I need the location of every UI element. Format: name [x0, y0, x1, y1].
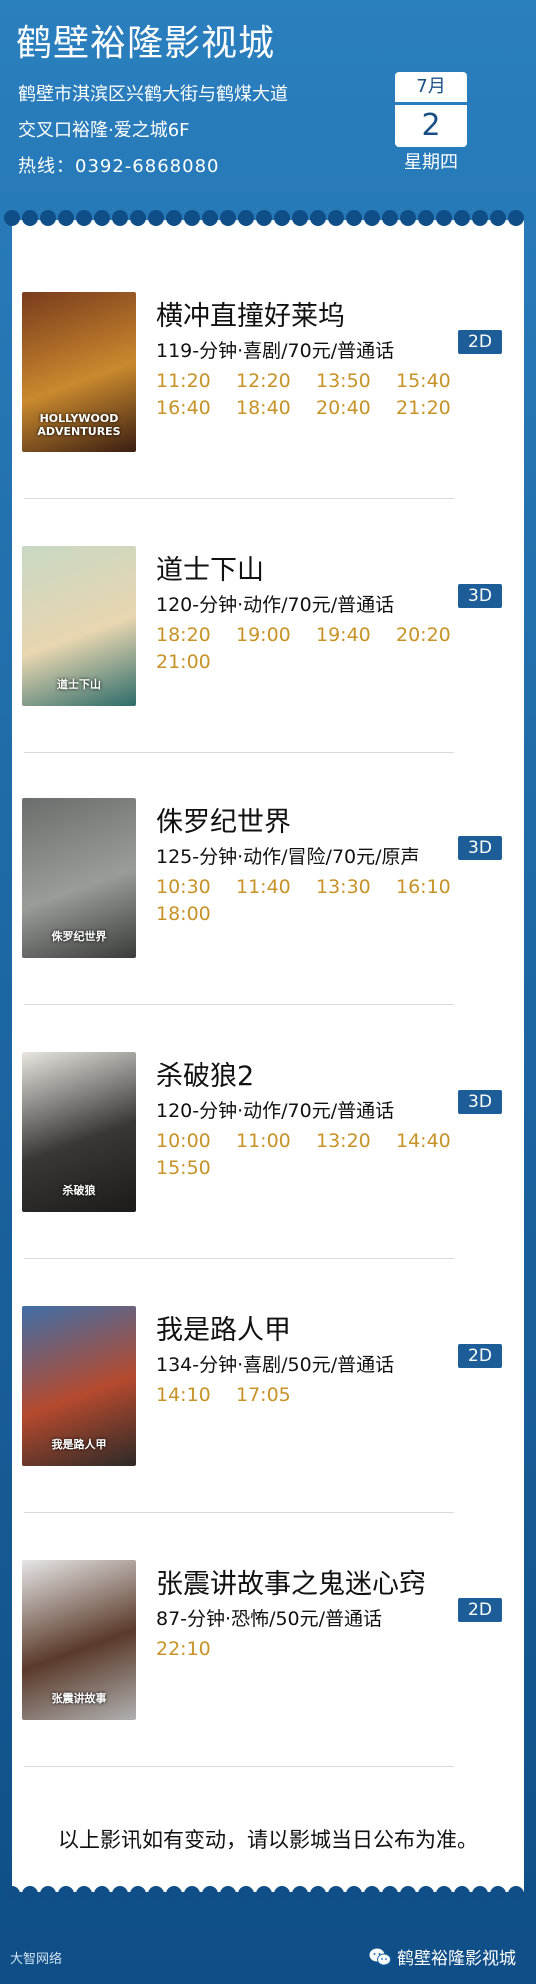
movie-title: 横冲直撞好莱坞: [156, 301, 345, 332]
movie-poster[interactable]: HOLLYWOOD ADVENTURES: [22, 292, 136, 452]
date-month: 7月: [395, 72, 467, 105]
movie-title: 道士下山: [156, 555, 264, 586]
poster-caption: 侏罗纪世界: [51, 930, 107, 943]
divider: [24, 1258, 454, 1259]
showtime[interactable]: 11:40: [236, 874, 316, 901]
poster-caption: 张震讲故事: [51, 1692, 107, 1705]
address-line-2: 交叉口裕隆·爱之城6F: [18, 120, 190, 141]
showtime[interactable]: 15:40: [396, 368, 476, 395]
movie-title: 我是路人甲: [156, 1315, 291, 1346]
movie-entry[interactable]: HOLLYWOOD ADVENTURES 横冲直撞好莱坞 119-分钟·喜剧/70元…: [12, 292, 524, 522]
date-day: 2: [395, 105, 467, 147]
movie-title: 侏罗纪世界: [156, 807, 291, 838]
movie-info: 134-分钟·喜剧/50元/普通话: [156, 1354, 395, 1376]
movie-poster[interactable]: 张震讲故事: [22, 1560, 136, 1720]
showtime[interactable]: 13:30: [316, 874, 396, 901]
movie-entry[interactable]: 侏罗纪世界 侏罗纪世界 125-分钟·动作/冒险/70元/原声 3D 10:30 11:4…: [12, 798, 524, 1028]
showtime[interactable]: 16:10: [396, 874, 476, 901]
format-badge: 3D: [458, 1090, 502, 1114]
header: 鹤壁裕隆影视城 鹤壁市淇滨区兴鹤大街与鹤煤大道 交叉口裕隆·爱之城6F 热线：0…: [0, 0, 536, 220]
showtime[interactable]: 13:50: [316, 368, 396, 395]
date-card: 7月 2: [395, 72, 467, 147]
address-line-1: 鹤壁市淇滨区兴鹤大街与鹤煤大道: [18, 84, 288, 105]
footer-wechat[interactable]: 鹤壁裕隆影视城: [369, 1944, 516, 1969]
movie-poster[interactable]: 侏罗纪世界: [22, 798, 136, 958]
movie-info: 87-分钟·恐怖/50元/普通话: [156, 1608, 383, 1630]
movie-title: 杀破狼2: [156, 1061, 255, 1092]
showtime[interactable]: 14:40: [396, 1128, 476, 1155]
wechat-account-name: 鹤壁裕隆影视城: [397, 1949, 516, 1969]
showtime-list: 14:10 17:05: [156, 1382, 486, 1409]
showtime-list: 18:20 19:00 19:40 20:20 21:00: [156, 622, 486, 676]
format-badge: 2D: [458, 330, 502, 354]
cinema-title: 鹤壁裕隆影视城: [16, 23, 276, 64]
scallop-top-edge: [4, 210, 524, 232]
showtime[interactable]: 14:10: [156, 1382, 236, 1409]
movie-title: 张震讲故事之鬼迷心窍: [156, 1569, 426, 1600]
poster-caption: 我是路人甲: [51, 1438, 107, 1451]
showtime[interactable]: 11:20: [156, 368, 236, 395]
poster-caption: 道士下山: [57, 678, 101, 691]
movie-poster[interactable]: 杀破狼: [22, 1052, 136, 1212]
showtime[interactable]: 19:00: [236, 622, 316, 649]
hotline: 热线：0392-6868080: [18, 156, 220, 177]
scallop-bottom-edge: [4, 1880, 524, 1902]
movie-entry[interactable]: 道士下山 道士下山 120-分钟·动作/70元/普通话 3D 18:20 19:00 19:…: [12, 546, 524, 776]
showtime[interactable]: 16:40: [156, 395, 236, 422]
showtime[interactable]: 13:20: [316, 1128, 396, 1155]
showtime[interactable]: 18:40: [236, 395, 316, 422]
showtime[interactable]: 18:00: [156, 901, 236, 928]
showtime[interactable]: 21:00: [156, 649, 236, 676]
divider: [24, 498, 454, 499]
divider: [24, 1512, 454, 1513]
page-background: 鹤壁裕隆影视城 鹤壁市淇滨区兴鹤大街与鹤煤大道 交叉口裕隆·爱之城6F 热线：0…: [0, 0, 536, 1984]
movie-entry[interactable]: 我是路人甲 我是路人甲 134-分钟·喜剧/50元/普通话 2D 14:10 17:05: [12, 1306, 524, 1536]
showtime[interactable]: 18:20: [156, 622, 236, 649]
movie-poster[interactable]: 我是路人甲: [22, 1306, 136, 1466]
showtime[interactable]: 12:20: [236, 368, 316, 395]
showtime[interactable]: 19:40: [316, 622, 396, 649]
showtime[interactable]: 10:30: [156, 874, 236, 901]
wechat-icon: [369, 1948, 391, 1965]
poster-caption: HOLLYWOOD ADVENTURES: [37, 412, 121, 438]
poster-caption: 杀破狼: [62, 1184, 96, 1197]
showtime-list: 10:30 11:40 13:30 16:10 18:00: [156, 874, 486, 928]
showtime[interactable]: 10:00: [156, 1128, 236, 1155]
movie-info: 125-分钟·动作/冒险/70元/原声: [156, 846, 420, 868]
showtime-list: 10:00 11:00 13:20 14:40 15:50: [156, 1128, 486, 1182]
divider: [24, 1766, 454, 1767]
notice-text: 以上影讯如有变动，请以影城当日公布为准。: [58, 1828, 478, 1852]
showtime-list: 22:10: [156, 1636, 486, 1663]
showtime[interactable]: 17:05: [236, 1382, 316, 1409]
divider: [24, 752, 454, 753]
showtime[interactable]: 11:00: [236, 1128, 316, 1155]
showtime[interactable]: 15:50: [156, 1155, 236, 1182]
showtime[interactable]: 21:20: [396, 395, 476, 422]
footer-watermark: 大智网络: [10, 1952, 63, 1967]
movie-info: 120-分钟·动作/70元/普通话: [156, 1100, 395, 1122]
movie-poster[interactable]: 道士下山: [22, 546, 136, 706]
movie-entry[interactable]: 杀破狼 杀破狼2 120-分钟·动作/70元/普通话 3D 10:00 11:00 13:2…: [12, 1052, 524, 1282]
format-badge: 3D: [458, 584, 502, 608]
movie-info: 119-分钟·喜剧/70元/普通话: [156, 340, 395, 362]
movie-info: 120-分钟·动作/70元/普通话: [156, 594, 395, 616]
divider: [24, 1004, 454, 1005]
showtime[interactable]: 22:10: [156, 1636, 236, 1663]
showtime[interactable]: 20:20: [396, 622, 476, 649]
date-weekday: 星期四: [404, 152, 458, 173]
showtime-list: 11:20 12:20 13:50 15:40 16:40 18:40 20:40 21:20: [156, 368, 486, 422]
format-badge: 2D: [458, 1344, 502, 1368]
movie-entry[interactable]: 张震讲故事 张震讲故事之鬼迷心窍 87-分钟·恐怖/50元/普通话 2D 22:10: [12, 1560, 524, 1790]
format-badge: 2D: [458, 1598, 502, 1622]
format-badge: 3D: [458, 836, 502, 860]
showtime[interactable]: 20:40: [316, 395, 396, 422]
